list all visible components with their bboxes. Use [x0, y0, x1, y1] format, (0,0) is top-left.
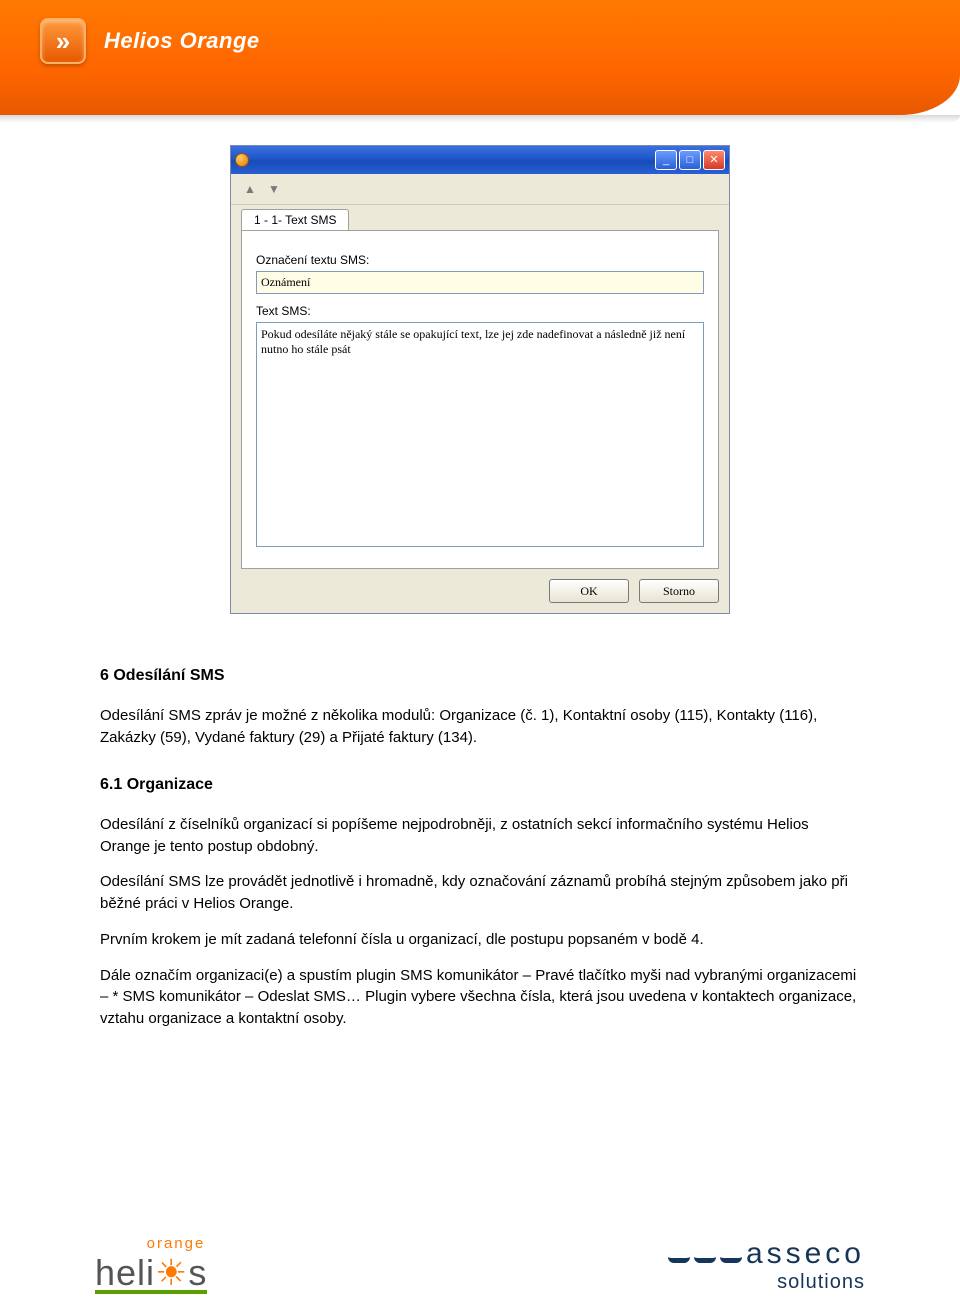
asseco-logo-sub: solutions [668, 1271, 865, 1294]
sms-body-textarea[interactable] [256, 322, 704, 547]
asseco-mark-icon [694, 1245, 716, 1263]
page-footer: orange heli☀s asseco solutions [95, 1235, 865, 1294]
helios-logo-text-pre: heli [95, 1252, 155, 1293]
dialog-titlebar: _ □ ✕ [231, 146, 729, 174]
helios-logo: orange heli☀s [95, 1235, 207, 1294]
para-4: Prvním krokem je mít zadaná telefonní čí… [100, 929, 860, 951]
sun-icon: ☀ [155, 1252, 188, 1294]
asseco-mark-icon [668, 1245, 690, 1263]
asseco-mark-icon [720, 1245, 742, 1263]
ok-button[interactable]: OK [549, 579, 629, 603]
heading-6: 6 Odesílání SMS [100, 664, 860, 687]
para-3: Odesílání SMS lze provádět jednotlivě i … [100, 871, 860, 915]
maximize-button[interactable]: □ [679, 150, 701, 170]
label-sms-title: Označení textu SMS: [256, 253, 704, 267]
close-button[interactable]: ✕ [703, 150, 725, 170]
asseco-logo-name: asseco [746, 1237, 865, 1271]
cancel-button[interactable]: Storno [639, 579, 719, 603]
chevron-right-icon: » [40, 18, 86, 64]
brand-title: Helios Orange [104, 28, 260, 54]
helios-logo-bottom: heli☀s [95, 1252, 207, 1294]
para-1: Odesílání SMS zpráv je možné z několika … [100, 705, 860, 749]
sms-text-dialog: _ □ ✕ ▲ ▼ 1 - 1- Text SMS Označení textu… [230, 145, 730, 614]
page-header: » Helios Orange [0, 0, 960, 115]
arrow-down-icon[interactable]: ▼ [265, 180, 283, 198]
asseco-logo: asseco solutions [668, 1237, 865, 1294]
para-5: Dále označím organizaci(e) a spustím plu… [100, 965, 860, 1030]
minimize-button[interactable]: _ [655, 150, 677, 170]
heading-6-1: 6.1 Organizace [100, 773, 860, 796]
document-body: 6 Odesílání SMS Odesílání SMS zpráv je m… [100, 664, 860, 1030]
para-2: Odesílání z číselníků organizací si popí… [100, 814, 860, 858]
arrow-up-icon[interactable]: ▲ [241, 180, 259, 198]
tab-text-sms[interactable]: 1 - 1- Text SMS [241, 209, 349, 230]
app-icon [235, 153, 249, 167]
helios-logo-top: orange [95, 1235, 205, 1252]
helios-logo-text-post: s [188, 1252, 207, 1293]
sms-title-input[interactable] [256, 271, 704, 294]
label-sms-text: Text SMS: [256, 304, 704, 318]
